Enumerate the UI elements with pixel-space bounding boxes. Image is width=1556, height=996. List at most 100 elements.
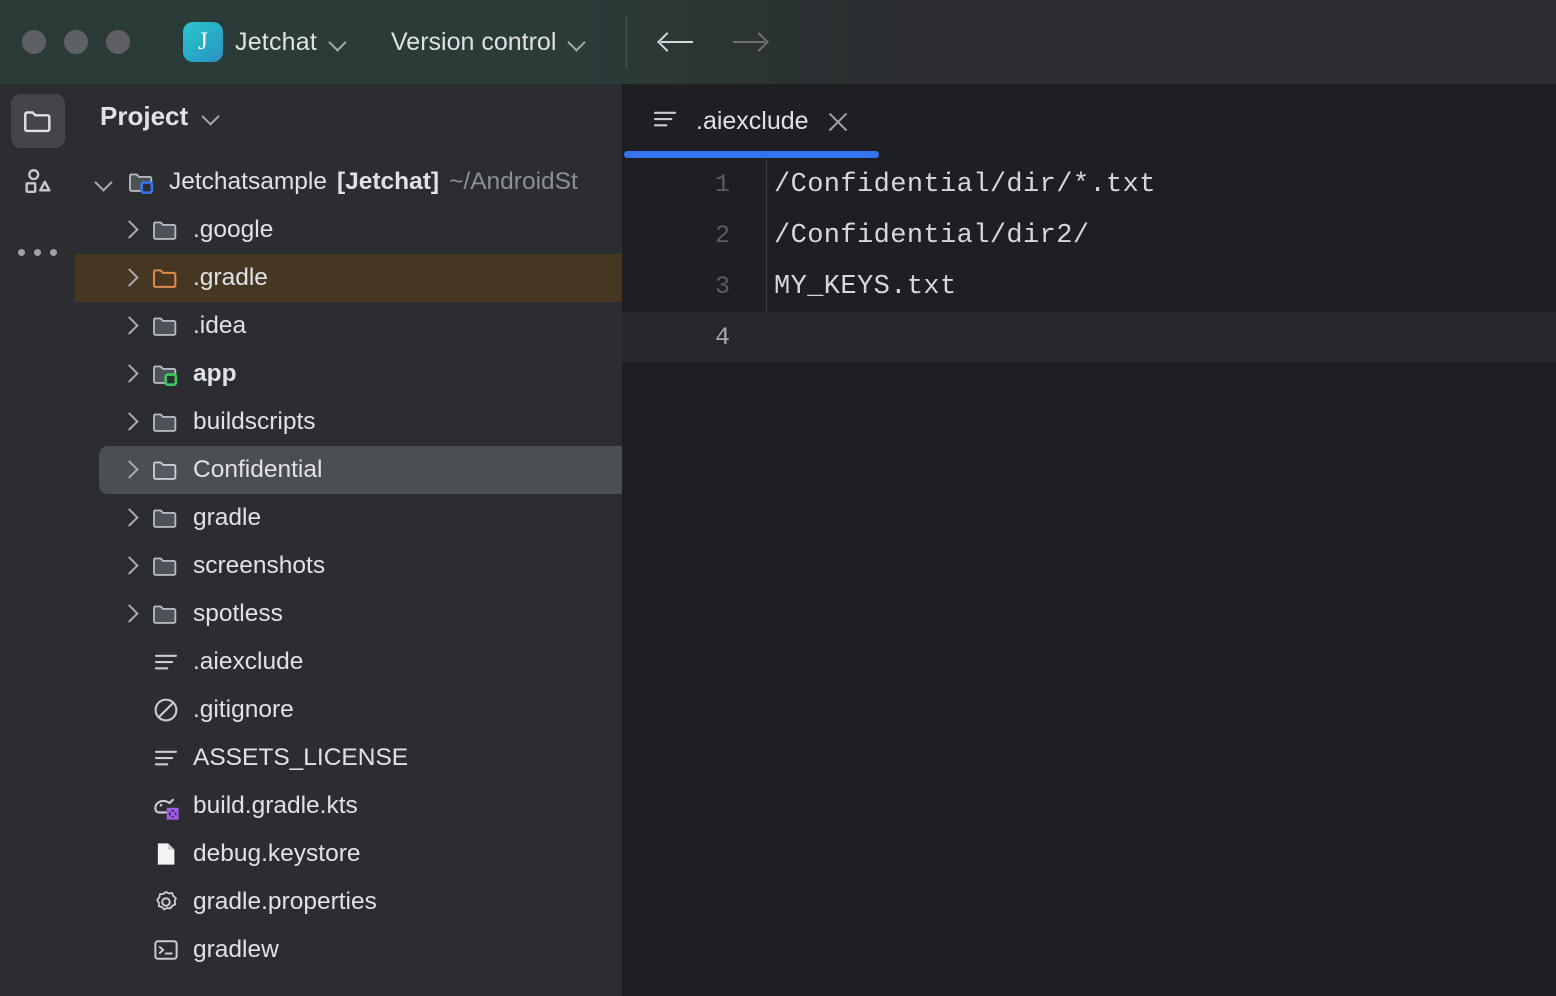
tree-row-google[interactable]: .google — [75, 206, 622, 254]
tree-row-label: debug.keystore — [193, 840, 361, 868]
tree-row-label: gradle.properties — [193, 888, 377, 916]
forward-arrow-icon — [731, 30, 771, 54]
rail-item-project[interactable] — [11, 94, 65, 148]
tree-row-path: ~/AndroidSt — [449, 168, 578, 196]
tree-row-label: screenshots — [193, 552, 325, 580]
chevron-right-icon[interactable] — [109, 450, 149, 490]
shell-script-icon — [149, 933, 183, 967]
chevron-right-icon[interactable] — [109, 546, 149, 586]
folder-icon — [149, 213, 183, 247]
back-arrow-icon — [655, 30, 695, 54]
zoom-window-button[interactable] — [106, 30, 130, 54]
workspace: Project Jetchatsample [Jetchat] ~/Andr — [0, 84, 1556, 996]
ellipsis-icon — [18, 249, 57, 256]
tree-row-confidential[interactable]: Confidential — [75, 446, 622, 494]
tree-row-screenshots[interactable]: screenshots — [75, 542, 622, 590]
line-number: 2 — [622, 221, 766, 250]
chevron-down-icon[interactable] — [85, 162, 125, 202]
tree-row-label: buildscripts — [193, 408, 316, 436]
folder-excluded-icon — [149, 261, 183, 295]
tree-row-root[interactable]: Jetchatsample [Jetchat] ~/AndroidSt — [75, 158, 622, 206]
tree-row-gradlew[interactable]: gradlew — [75, 926, 622, 974]
tree-row-app[interactable]: app — [75, 350, 622, 398]
code-line-caret[interactable]: 4 — [622, 312, 1556, 363]
tree-row-label: ASSETS_LICENSE — [193, 744, 408, 772]
chevron-down-icon[interactable] — [202, 107, 220, 125]
rail-item-more[interactable] — [11, 214, 65, 268]
project-widget[interactable]: J Jetchat — [175, 18, 355, 66]
chevron-right-icon[interactable] — [109, 258, 149, 298]
code-line[interactable]: 2 /Confidential/dir2/ — [622, 210, 1556, 261]
active-tab-indicator — [624, 151, 879, 158]
window-controls — [22, 30, 130, 54]
tree-row-assets-license[interactable]: ASSETS_LICENSE — [75, 734, 622, 782]
generic-file-icon — [149, 837, 183, 871]
tree-row-label: .idea — [193, 312, 246, 340]
tree-row-label: .gradle — [193, 264, 268, 292]
chevron-right-icon[interactable] — [109, 210, 149, 250]
minimize-window-button[interactable] — [64, 30, 88, 54]
folder-icon — [149, 309, 183, 343]
folder-icon — [21, 104, 55, 138]
editor-area: .aiexclude 1 /Confidential/dir/*.txt 2 /… — [622, 84, 1556, 996]
tree-row-idea[interactable]: .idea — [75, 302, 622, 350]
page-title: Project — [100, 101, 188, 132]
code-editor[interactable]: 1 /Confidential/dir/*.txt 2 /Confidentia… — [622, 159, 1556, 996]
close-window-button[interactable] — [22, 30, 46, 54]
version-control-label: Version control — [391, 28, 556, 57]
tree-row-gradle-excluded[interactable]: .gradle — [75, 254, 622, 302]
folder-icon — [149, 405, 183, 439]
text-file-icon — [149, 741, 183, 775]
line-number: 4 — [622, 323, 766, 352]
chevron-right-icon[interactable] — [109, 498, 149, 538]
line-text: /Confidential/dir/*.txt — [766, 170, 1556, 200]
code-line[interactable]: 3 MY_KEYS.txt — [622, 261, 1556, 312]
navigate-back-button[interactable] — [647, 14, 703, 70]
tree-row-label: .google — [193, 216, 273, 244]
code-line[interactable]: 1 /Confidential/dir/*.txt — [622, 159, 1556, 210]
tree-row-gitignore[interactable]: .gitignore — [75, 686, 622, 734]
shapes-icon — [21, 164, 55, 198]
chevron-right-icon[interactable] — [109, 402, 149, 442]
tree-row-label: Jetchatsample — [169, 168, 327, 196]
editor-tab-bar: .aiexclude — [622, 84, 1556, 159]
properties-file-icon — [149, 885, 183, 919]
tree-row-label: gradlew — [193, 936, 279, 964]
project-name-label: Jetchat — [235, 28, 317, 57]
tree-row-module-name: [Jetchat] — [337, 168, 439, 196]
project-panel-header[interactable]: Project — [75, 84, 622, 148]
folder-icon — [149, 453, 183, 487]
folder-icon — [149, 549, 183, 583]
rail-item-structure[interactable] — [11, 154, 65, 208]
version-control-widget[interactable]: Version control — [383, 24, 594, 61]
folder-icon — [149, 501, 183, 535]
tree-row-aiexclude[interactable]: .aiexclude — [75, 638, 622, 686]
navigate-forward-button[interactable] — [723, 14, 779, 70]
chevron-down-icon — [568, 33, 586, 51]
tree-row-gradle[interactable]: gradle — [75, 494, 622, 542]
editor-tab-aiexclude[interactable]: .aiexclude — [622, 84, 881, 159]
tool-window-rail — [0, 84, 75, 996]
toolbar-separator — [626, 15, 627, 69]
text-file-icon — [149, 645, 183, 679]
gradle-kotlin-file-icon — [149, 789, 183, 823]
tree-row-build-gradle-kts[interactable]: build.gradle.kts — [75, 782, 622, 830]
chevron-right-icon[interactable] — [109, 594, 149, 634]
ide-window: J Jetchat Version control — [0, 0, 1556, 996]
text-file-icon — [650, 104, 680, 139]
chevron-right-icon[interactable] — [109, 306, 149, 346]
tree-row-label: .gitignore — [193, 696, 294, 724]
project-tree: Jetchatsample [Jetchat] ~/AndroidSt .goo… — [75, 148, 622, 996]
tree-row-gradle-properties[interactable]: gradle.properties — [75, 878, 622, 926]
module-folder-green-icon — [149, 357, 183, 391]
line-number: 3 — [622, 272, 766, 301]
tree-row-label: spotless — [193, 600, 283, 628]
tree-row-spotless[interactable]: spotless — [75, 590, 622, 638]
tree-row-buildscripts[interactable]: buildscripts — [75, 398, 622, 446]
tree-row-label: Confidential — [193, 456, 322, 484]
close-icon[interactable] — [825, 109, 851, 135]
chevron-right-icon[interactable] — [109, 354, 149, 394]
folder-icon — [149, 597, 183, 631]
tree-row-debug-keystore[interactable]: debug.keystore — [75, 830, 622, 878]
chevron-down-icon — [329, 33, 347, 51]
